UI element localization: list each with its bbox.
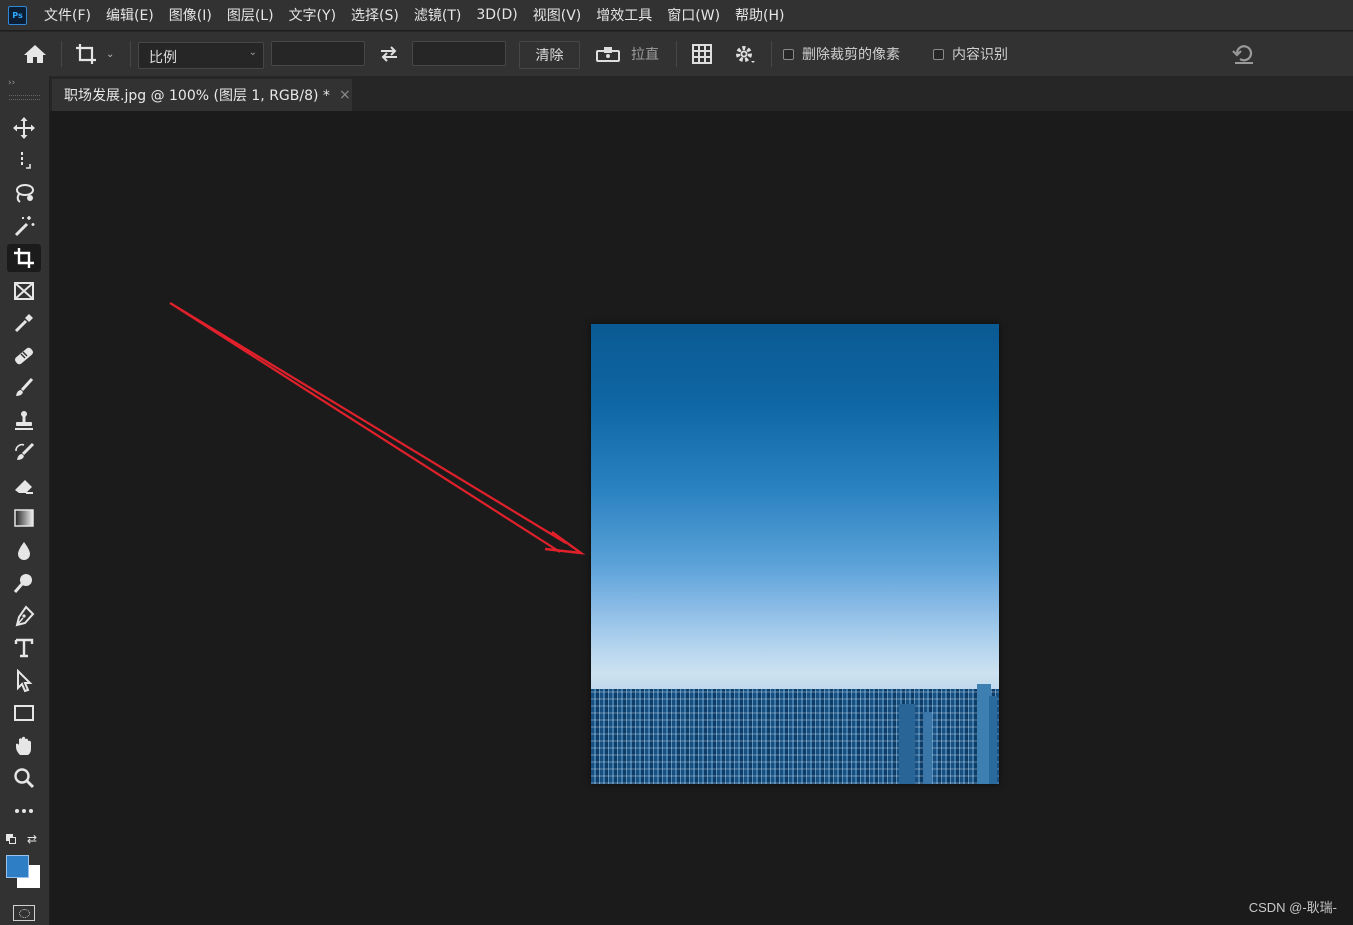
width-input[interactable] [271, 41, 365, 66]
dodge-icon[interactable] [7, 569, 41, 597]
blur-icon[interactable] [7, 537, 41, 565]
default-colors-icon[interactable] [6, 834, 18, 846]
document-tab-title: 职场发展.jpg @ 100% (图层 1, RGB/8) * [64, 88, 330, 104]
path-selection-icon[interactable] [7, 667, 41, 695]
gear-icon[interactable] [734, 32, 756, 76]
delete-cropped-pixels-label: 删除裁剪的像素 [802, 47, 900, 63]
healing-brush-icon[interactable] [7, 342, 41, 370]
panel-grip[interactable] [9, 95, 40, 100]
close-icon[interactable]: × [339, 87, 351, 103]
clear-button[interactable]: 清除 [519, 41, 580, 69]
rectangle-icon[interactable] [7, 699, 41, 727]
menu-window[interactable]: 窗口(W) [667, 5, 720, 25]
menu-3d[interactable]: 3D(D) [476, 7, 517, 23]
menu-image[interactable]: 图像(I) [169, 5, 212, 25]
chevron-down-icon: ⌄ [248, 47, 257, 58]
move-icon[interactable] [7, 114, 41, 142]
straighten-label: 拉直 [631, 47, 659, 63]
menu-layer[interactable]: 图层(L) [227, 5, 274, 25]
skyline-tower [899, 704, 915, 784]
straighten-button[interactable]: 拉直 [596, 32, 659, 76]
menu-type[interactable]: 文字(Y) [289, 5, 336, 25]
tools-panel: ›› ⇄ [0, 76, 50, 925]
content-aware-label: 内容识别 [952, 47, 1008, 63]
pen-icon[interactable] [7, 602, 41, 630]
document-tab-strip: 职场发展.jpg @ 100% (图层 1, RGB/8) * × [50, 76, 1353, 111]
level-icon [596, 47, 620, 62]
gradient-icon[interactable] [7, 504, 41, 532]
height-input[interactable] [412, 41, 506, 66]
menu-plugins[interactable]: 增效工具 [596, 5, 652, 25]
menu-edit[interactable]: 编辑(E) [106, 5, 154, 25]
foreground-color-swatch[interactable] [6, 855, 29, 878]
menu-bar: Ps 文件(F) 编辑(E) 图像(I) 图层(L) 文字(Y) 选择(S) 滤… [0, 0, 1353, 30]
document-image[interactable] [591, 324, 999, 784]
city-skyline [591, 689, 999, 784]
photoshop-logo: Ps [8, 5, 27, 25]
overlay-grid-icon[interactable] [691, 32, 713, 76]
eraser-icon[interactable] [7, 472, 41, 500]
separator [676, 41, 677, 67]
ratio-select[interactable]: 比例 ⌄ [138, 42, 264, 69]
crop-preset-icon [76, 44, 96, 64]
swap-colors-icon[interactable]: ⇄ [27, 832, 37, 846]
watermark: CSDN @-耿瑞- [1248, 900, 1337, 915]
zoom-icon[interactable] [7, 764, 41, 792]
hand-icon[interactable] [7, 732, 41, 760]
quick-mask-icon[interactable] [13, 905, 35, 921]
menu-select[interactable]: 选择(S) [351, 5, 399, 25]
separator [771, 41, 772, 67]
options-bar: ⌄ 比例 ⌄ 清除 拉直 删除裁剪的像素 内容识别 [0, 31, 1353, 77]
lasso-icon[interactable] [7, 179, 41, 207]
menu-help[interactable]: 帮助(H) [735, 5, 784, 25]
more-icon[interactable] [7, 797, 41, 825]
separator [61, 41, 62, 67]
crop-icon[interactable] [7, 244, 41, 272]
chevron-down-icon: ⌄ [106, 48, 115, 60]
menu-file[interactable]: 文件(F) [44, 5, 91, 25]
menu-filter[interactable]: 滤镜(T) [414, 5, 461, 25]
checkbox-box[interactable] [933, 48, 944, 60]
menu-view[interactable]: 视图(V) [533, 5, 582, 25]
reset-icon[interactable] [1231, 32, 1257, 76]
tool-preset-picker[interactable]: ⌄ [74, 32, 114, 76]
ratio-select-value: 比例 [149, 50, 177, 66]
document-tab[interactable]: 职场发展.jpg @ 100% (图层 1, RGB/8) * × [52, 79, 352, 111]
frame-icon[interactable] [7, 277, 41, 305]
swap-icon[interactable] [379, 32, 399, 76]
brush-icon[interactable] [7, 374, 41, 402]
separator [130, 41, 131, 67]
skyline-tower [923, 712, 932, 784]
delete-cropped-pixels-checkbox[interactable]: 删除裁剪的像素 [783, 32, 900, 76]
eyedropper-icon[interactable] [7, 309, 41, 337]
history-brush-icon[interactable] [7, 439, 41, 467]
type-icon[interactable] [7, 634, 41, 662]
home-icon[interactable] [22, 32, 48, 76]
skyline-tower [989, 696, 997, 784]
stamp-icon[interactable] [7, 407, 41, 435]
content-aware-checkbox[interactable]: 内容识别 [933, 32, 1008, 76]
magic-wand-icon[interactable] [7, 212, 41, 240]
marquee-icon[interactable] [7, 147, 41, 175]
collapse-panel-icon[interactable]: ›› [8, 78, 15, 88]
checkbox-box[interactable] [783, 48, 794, 60]
